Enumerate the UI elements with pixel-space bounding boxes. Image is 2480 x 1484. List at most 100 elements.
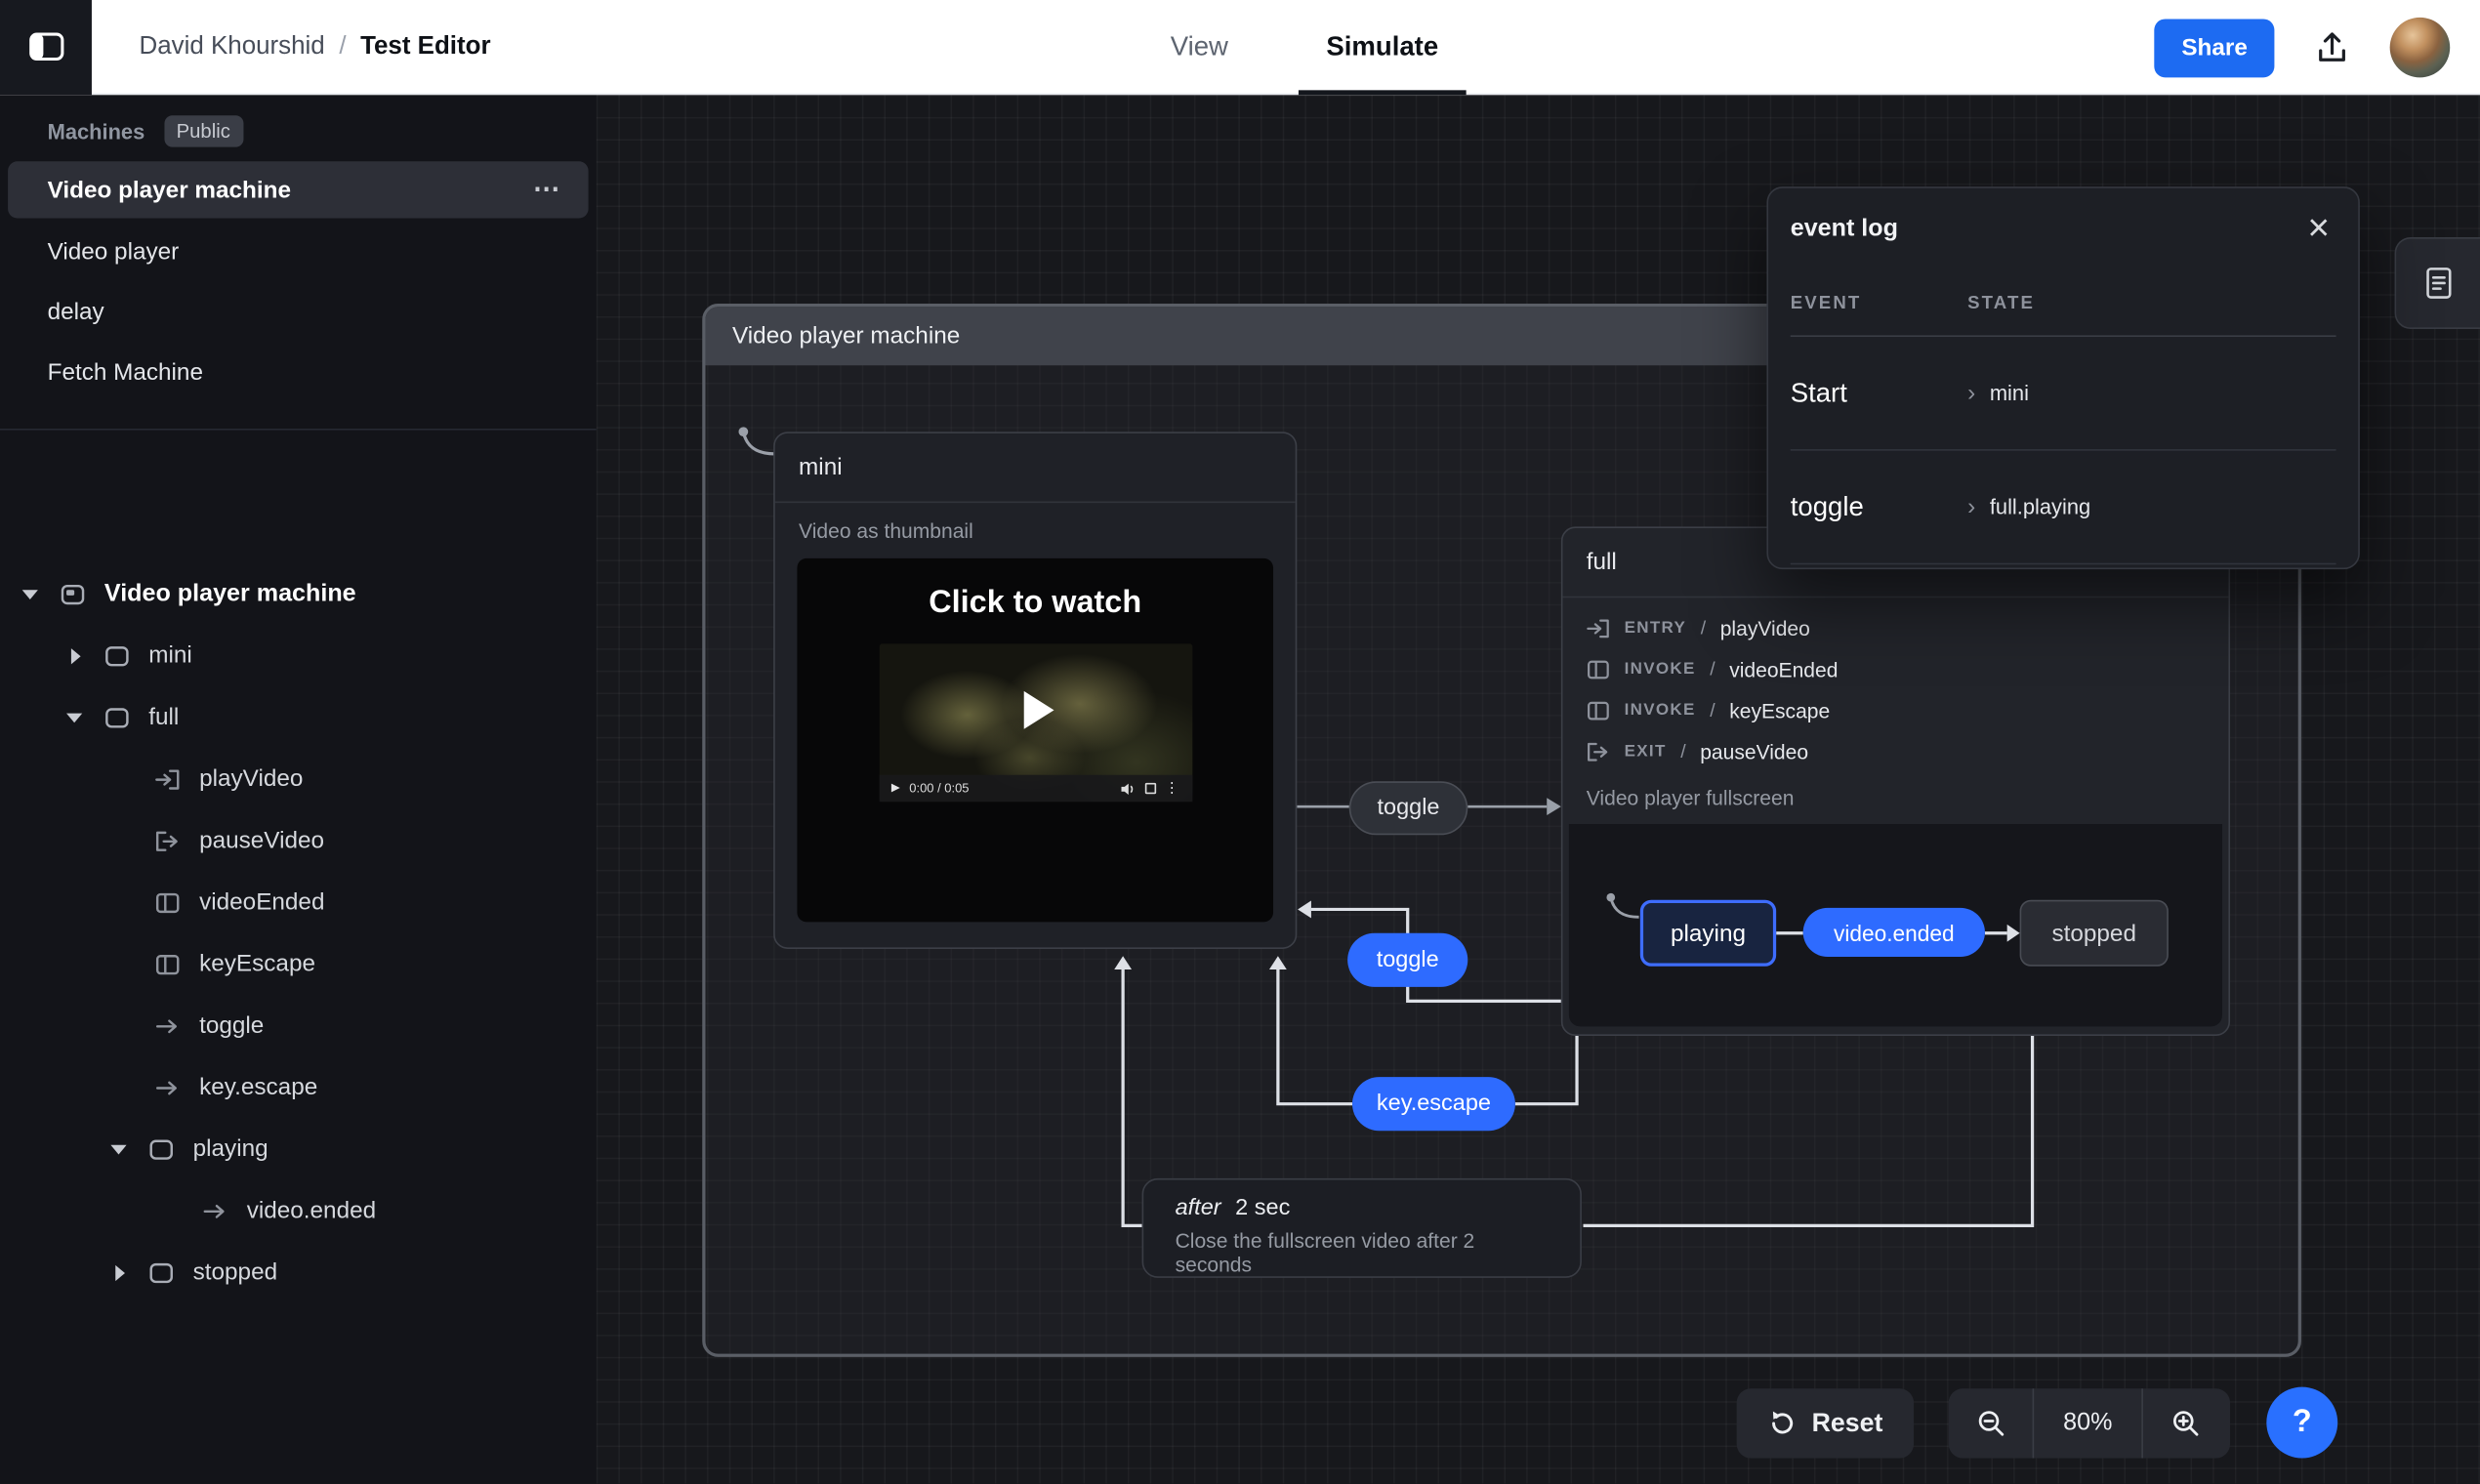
exit-action-icon bbox=[155, 830, 181, 852]
avatar[interactable] bbox=[2390, 18, 2451, 78]
tree-item-toggle[interactable]: toggle bbox=[0, 995, 597, 1056]
mode-tabs: View Simulate bbox=[1158, 0, 1451, 95]
tree-item-playvideo[interactable]: playVideo bbox=[0, 748, 597, 809]
tree-item-full[interactable]: full bbox=[0, 686, 597, 748]
transition-toggle-to-mini[interactable]: toggle bbox=[1347, 933, 1467, 987]
after-description: Close the fullscreen video after 2 secon… bbox=[1176, 1229, 1549, 1277]
chevron-right-icon: › bbox=[1967, 380, 1975, 407]
tree-item-label: mini bbox=[148, 642, 192, 670]
export-button[interactable] bbox=[2312, 27, 2351, 66]
help-button[interactable]: ? bbox=[2266, 1387, 2337, 1459]
state-node-mini-header[interactable]: mini bbox=[775, 433, 1296, 503]
full-child-states-region: playing video.ended stopped bbox=[1569, 824, 2222, 1026]
machine-item-label: delay bbox=[48, 298, 104, 325]
breadcrumb-title: Test Editor bbox=[360, 32, 490, 61]
machine-item-video-player[interactable]: Video player bbox=[0, 222, 597, 282]
state-description: Video player fullscreen bbox=[1562, 772, 2228, 820]
after-transition[interactable]: after 2 sec Close the fullscreen video a… bbox=[1142, 1178, 1582, 1278]
breadcrumb: David Khourshid / Test Editor bbox=[140, 32, 491, 61]
refresh-icon bbox=[1767, 1409, 1796, 1437]
state-node-mini[interactable]: mini Video as thumbnail Click to watch ▶… bbox=[773, 432, 1297, 949]
close-icon[interactable]: × bbox=[2301, 210, 2336, 248]
invoke-icon bbox=[155, 891, 181, 914]
chevron-down-icon[interactable] bbox=[22, 589, 41, 598]
volume-icon[interactable] bbox=[1119, 780, 1135, 796]
event-state: full.playing bbox=[1990, 495, 2090, 518]
tree-item-pausevideo[interactable]: pauseVideo bbox=[0, 809, 597, 871]
chevron-down-icon[interactable] bbox=[110, 1144, 129, 1154]
action-name: pauseVideo bbox=[1700, 739, 1808, 763]
action-name: videoEnded bbox=[1729, 657, 1838, 680]
tree-item-label: keyEscape bbox=[199, 951, 315, 978]
state-node-playing[interactable]: playing bbox=[1640, 900, 1776, 967]
event-log-panel-tab[interactable] bbox=[2395, 237, 2480, 329]
machine-item-label: Video player bbox=[48, 238, 180, 266]
machine-item-fetch-machine[interactable]: Fetch Machine bbox=[0, 342, 597, 402]
tree-item-label: video.ended bbox=[247, 1197, 376, 1224]
chevron-right-icon[interactable] bbox=[66, 647, 85, 663]
state-node-full[interactable]: full ENTRY / playVideo INVOKE / videoEnd… bbox=[1561, 526, 2230, 1036]
sidebar-toggle-button[interactable] bbox=[0, 0, 92, 94]
share-button[interactable]: Share bbox=[2155, 19, 2275, 77]
play-icon[interactable]: ▶ bbox=[891, 783, 900, 794]
machines-label: Machines bbox=[48, 119, 145, 143]
state-title: full bbox=[1587, 549, 1617, 576]
zoom-level: 80% bbox=[2033, 1388, 2143, 1458]
tree-item-label: full bbox=[148, 704, 179, 731]
state-tree: Video player machine mini full playVideo… bbox=[0, 563, 597, 1303]
zoom-in-icon bbox=[2170, 1408, 2201, 1439]
more-options-icon[interactable]: ⋯ bbox=[533, 174, 563, 205]
action-row-invoke-1[interactable]: INVOKE / videoEnded bbox=[1562, 648, 2228, 689]
action-row-entry[interactable]: ENTRY / playVideo bbox=[1562, 607, 2228, 648]
reset-button[interactable]: Reset bbox=[1737, 1388, 1914, 1458]
machine-item-video-player-machine[interactable]: Video player machine ⋯ bbox=[8, 161, 589, 218]
tree-item-key-escape[interactable]: key.escape bbox=[0, 1056, 597, 1118]
zoom-controls: 80% bbox=[1949, 1388, 2230, 1458]
machine-item-label: Fetch Machine bbox=[48, 358, 203, 386]
tree-item-keyescape[interactable]: keyEscape bbox=[0, 933, 597, 995]
document-icon bbox=[2422, 266, 2454, 301]
breadcrumb-separator: / bbox=[339, 32, 346, 61]
event-log-row: Start › mini bbox=[1791, 337, 2336, 451]
fullscreen-icon[interactable] bbox=[1144, 783, 1155, 794]
after-delay-line: after 2 sec bbox=[1176, 1196, 1549, 1221]
event-name: Start bbox=[1791, 377, 1967, 408]
transition-video-ended[interactable]: video.ended bbox=[1803, 908, 1985, 957]
event-log-row: toggle › full.playing bbox=[1791, 451, 2336, 565]
tree-item-label: playVideo bbox=[199, 765, 303, 793]
zoom-in-button[interactable] bbox=[2143, 1388, 2227, 1458]
video-frame[interactable]: ▶ 0:00 / 0:05 ⋮ bbox=[879, 643, 1192, 802]
state-title: mini bbox=[799, 454, 843, 481]
tree-item-label: key.escape bbox=[199, 1074, 317, 1101]
tree-item-mini[interactable]: mini bbox=[0, 625, 597, 686]
zoom-out-button[interactable] bbox=[1949, 1388, 2033, 1458]
transition-key-escape[interactable]: key.escape bbox=[1352, 1077, 1515, 1131]
play-button[interactable] bbox=[1023, 691, 1054, 729]
event-log-header: event log × bbox=[1791, 188, 2336, 270]
entry-action-icon bbox=[1587, 618, 1610, 639]
event-arrow-icon bbox=[155, 1014, 181, 1037]
tab-simulate[interactable]: Simulate bbox=[1313, 0, 1451, 95]
action-row-exit[interactable]: EXIT / pauseVideo bbox=[1562, 730, 2228, 771]
more-icon[interactable]: ⋮ bbox=[1165, 781, 1179, 796]
video-title: Click to watch bbox=[929, 585, 1141, 621]
tree-item-stopped[interactable]: stopped bbox=[0, 1242, 597, 1303]
column-state: STATE bbox=[1967, 293, 2035, 311]
chevron-down-icon[interactable] bbox=[66, 713, 85, 722]
event-arrow-icon bbox=[155, 1076, 181, 1098]
public-badge: Public bbox=[164, 115, 243, 146]
chevron-right-icon[interactable] bbox=[110, 1264, 129, 1280]
tree-item-playing[interactable]: playing bbox=[0, 1118, 597, 1179]
tab-view[interactable]: View bbox=[1158, 0, 1241, 95]
tree-item-videoended[interactable]: videoEnded bbox=[0, 872, 597, 933]
transition-toggle-to-full[interactable]: toggle bbox=[1349, 781, 1467, 835]
video-thumbnail-card[interactable]: Click to watch ▶ 0:00 / 0:05 ⋮ bbox=[797, 558, 1273, 923]
tree-item-label: playing bbox=[193, 1135, 269, 1163]
tree-item-machine-root[interactable]: Video player machine bbox=[0, 563, 597, 625]
machine-item-delay[interactable]: delay bbox=[0, 281, 597, 342]
state-node-stopped[interactable]: stopped bbox=[2020, 900, 2169, 967]
action-row-invoke-2[interactable]: INVOKE / keyEscape bbox=[1562, 689, 2228, 730]
tree-item-video-ended[interactable]: video.ended bbox=[0, 1179, 597, 1241]
action-kind: EXIT bbox=[1625, 742, 1667, 761]
breadcrumb-owner[interactable]: David Khourshid bbox=[140, 32, 325, 61]
